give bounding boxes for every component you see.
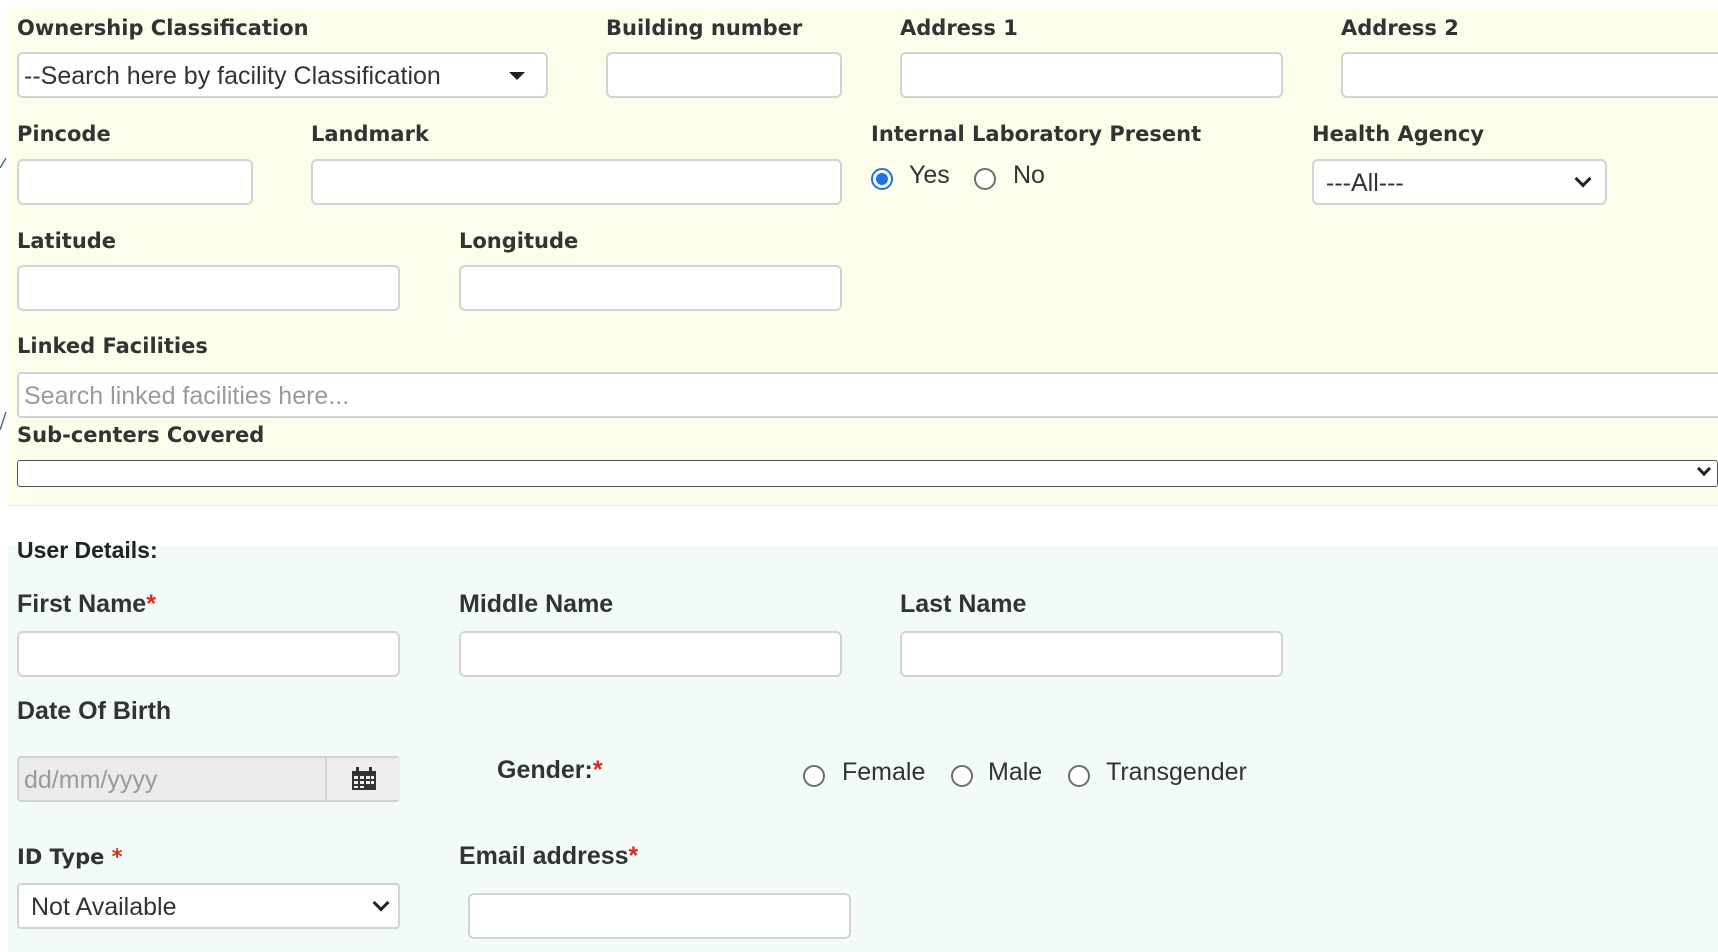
- chevron-down-icon: [1574, 170, 1592, 188]
- id-type-select[interactable]: Not Available: [17, 883, 400, 929]
- caret-down-icon: [509, 72, 525, 80]
- id-type-label: ID Type *: [17, 845, 123, 869]
- pincode-label: Pincode: [17, 122, 111, 146]
- landmark-label: Landmark: [311, 122, 429, 146]
- last-name-label: Last Name: [900, 590, 1027, 618]
- latitude-label: Latitude: [17, 229, 117, 253]
- internal-lab-no-label: No: [1013, 161, 1045, 189]
- calendar-button[interactable]: [325, 758, 400, 800]
- internal-lab-no-radio[interactable]: [974, 168, 996, 190]
- ownership-classification-placeholder: --Search here by facility Classification: [24, 62, 441, 90]
- longitude-label: Longitude: [459, 229, 579, 253]
- landmark-input[interactable]: [311, 159, 842, 205]
- internal-lab-yes-radio[interactable]: [871, 168, 893, 190]
- left-edge-decoration: [0, 157, 7, 430]
- email-label: Email address*: [459, 842, 639, 870]
- gender-label: Gender:*: [497, 756, 603, 784]
- ownership-classification-select[interactable]: --Search here by facility Classification: [17, 52, 548, 98]
- user-details-title: User Details:: [17, 537, 158, 563]
- gender-female-radio[interactable]: [803, 765, 825, 787]
- health-agency-select[interactable]: ---All---: [1312, 159, 1607, 205]
- subcenters-covered-label: Sub-centers Covered: [17, 423, 265, 447]
- chevron-down-icon: [372, 894, 390, 912]
- address1-label: Address 1: [900, 16, 1018, 40]
- gender-female-label: Female: [842, 758, 926, 786]
- address2-input[interactable]: [1341, 52, 1718, 98]
- health-agency-label: Health Agency: [1312, 122, 1485, 146]
- subcenters-covered-select[interactable]: [17, 460, 1718, 487]
- longitude-input[interactable]: [459, 265, 842, 311]
- health-agency-value: ---All---: [1326, 169, 1404, 197]
- ownership-classification-label: Ownership Classification: [17, 16, 309, 40]
- section-divider: [8, 505, 1718, 547]
- pincode-input[interactable]: [17, 159, 253, 205]
- gender-transgender-radio[interactable]: [1068, 765, 1090, 787]
- gender-male-label: Male: [988, 758, 1043, 786]
- last-name-input[interactable]: [900, 631, 1283, 677]
- linked-facilities-placeholder: Search linked facilities here...: [24, 382, 350, 410]
- latitude-input[interactable]: [17, 265, 400, 311]
- address1-input[interactable]: [900, 52, 1283, 98]
- building-number-input[interactable]: [606, 52, 842, 98]
- building-number-label: Building number: [606, 16, 803, 40]
- id-type-value: Not Available: [31, 893, 177, 921]
- chevron-down-icon: [1696, 461, 1712, 477]
- linked-facilities-label: Linked Facilities: [17, 334, 208, 358]
- first-name-label: First Name*: [17, 590, 156, 618]
- gender-transgender-label: Transgender: [1106, 758, 1247, 786]
- address2-label: Address 2: [1341, 16, 1459, 40]
- email-input[interactable]: [468, 893, 851, 939]
- dob-placeholder: dd/mm/yyyy: [24, 766, 158, 794]
- internal-lab-label: Internal Laboratory Present: [871, 122, 1202, 146]
- linked-facilities-search-input[interactable]: Search linked facilities here...: [17, 372, 1718, 418]
- calendar-icon: [352, 767, 376, 790]
- internal-lab-yes-label: Yes: [909, 161, 950, 189]
- gender-male-radio[interactable]: [951, 765, 973, 787]
- middle-name-input[interactable]: [459, 631, 842, 677]
- dob-label: Date Of Birth: [17, 697, 172, 725]
- dob-input[interactable]: dd/mm/yyyy: [17, 756, 400, 802]
- middle-name-label: Middle Name: [459, 590, 614, 618]
- first-name-input[interactable]: [17, 631, 400, 677]
